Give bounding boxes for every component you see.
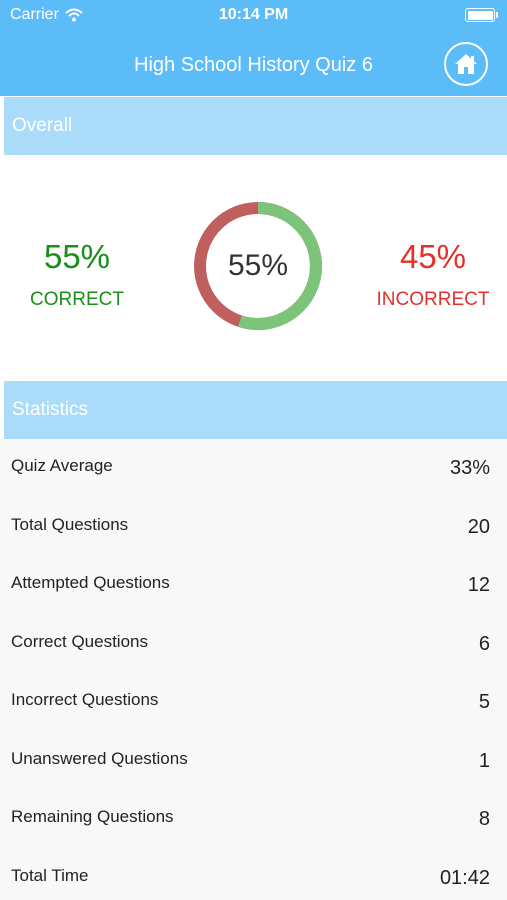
statistics-row-label: Remaining Questions (11, 807, 174, 826)
incorrect-label: INCORRECT (376, 289, 490, 310)
incorrect-percentage: 45% (399, 238, 467, 275)
statistics-row-label: Unanswered Questions (11, 748, 188, 768)
statistics-row: Incorrect Questions 5 (0, 673, 507, 732)
home-icon (455, 54, 477, 74)
statistics-row: Quiz Average 33% (0, 439, 507, 498)
statistics-list: Quiz Average 33% Total Questions 20 Attempte… (0, 439, 507, 900)
statistics-row-label: Total Questions (11, 514, 129, 534)
navigation-bar: Carrier 10:14 PM High School History Qui… (0, 0, 507, 96)
statistics-row-value: 1 (478, 749, 490, 772)
statistics-row-value: 12 (467, 574, 490, 596)
statistics-row: Total Time 01:42 (0, 849, 507, 900)
statistics-row-value: 5 (478, 691, 490, 713)
statistics-row-value: 6 (478, 632, 490, 655)
correct-label: CORRECT (30, 289, 124, 310)
status-time: 10:14 PM (218, 6, 289, 23)
statistics-row: Remaining Questions 8 (0, 790, 507, 849)
statistics-row: Correct Questions 6 (0, 615, 507, 674)
correct-percentage: 55% (43, 238, 111, 275)
statistics-row-value: 8 (478, 808, 490, 830)
overall-section-header: Overall (4, 97, 507, 155)
statistics-row-label: Correct Questions (11, 631, 148, 651)
statistics-row: Total Questions 20 (0, 498, 507, 557)
page-title: High School History Quiz 6 (134, 54, 373, 76)
donut-center-value: 55% (227, 249, 289, 282)
overall-summary: 55% CORRECT 55% 45% INCORRECT (0, 155, 507, 381)
statistics-row-label: Total Time (11, 865, 89, 885)
statistics-row: Unanswered Questions 1 (0, 732, 507, 791)
statistics-row-value: 33% (449, 457, 490, 479)
statistics-row-label: Quiz Average (11, 456, 113, 475)
statistics-row-value: 01:42 (439, 866, 490, 889)
home-button[interactable] (444, 42, 488, 86)
statistics-row-value: 20 (467, 515, 490, 538)
status-bar: Carrier 10:14 PM (0, 0, 507, 30)
statistics-row-label: Incorrect Questions (11, 690, 159, 709)
battery-icon (465, 8, 498, 22)
statistics-section-header: Statistics (4, 381, 507, 439)
statistics-row: Attempted Questions 12 (0, 556, 507, 615)
statistics-row-label: Attempted Questions (11, 573, 170, 592)
